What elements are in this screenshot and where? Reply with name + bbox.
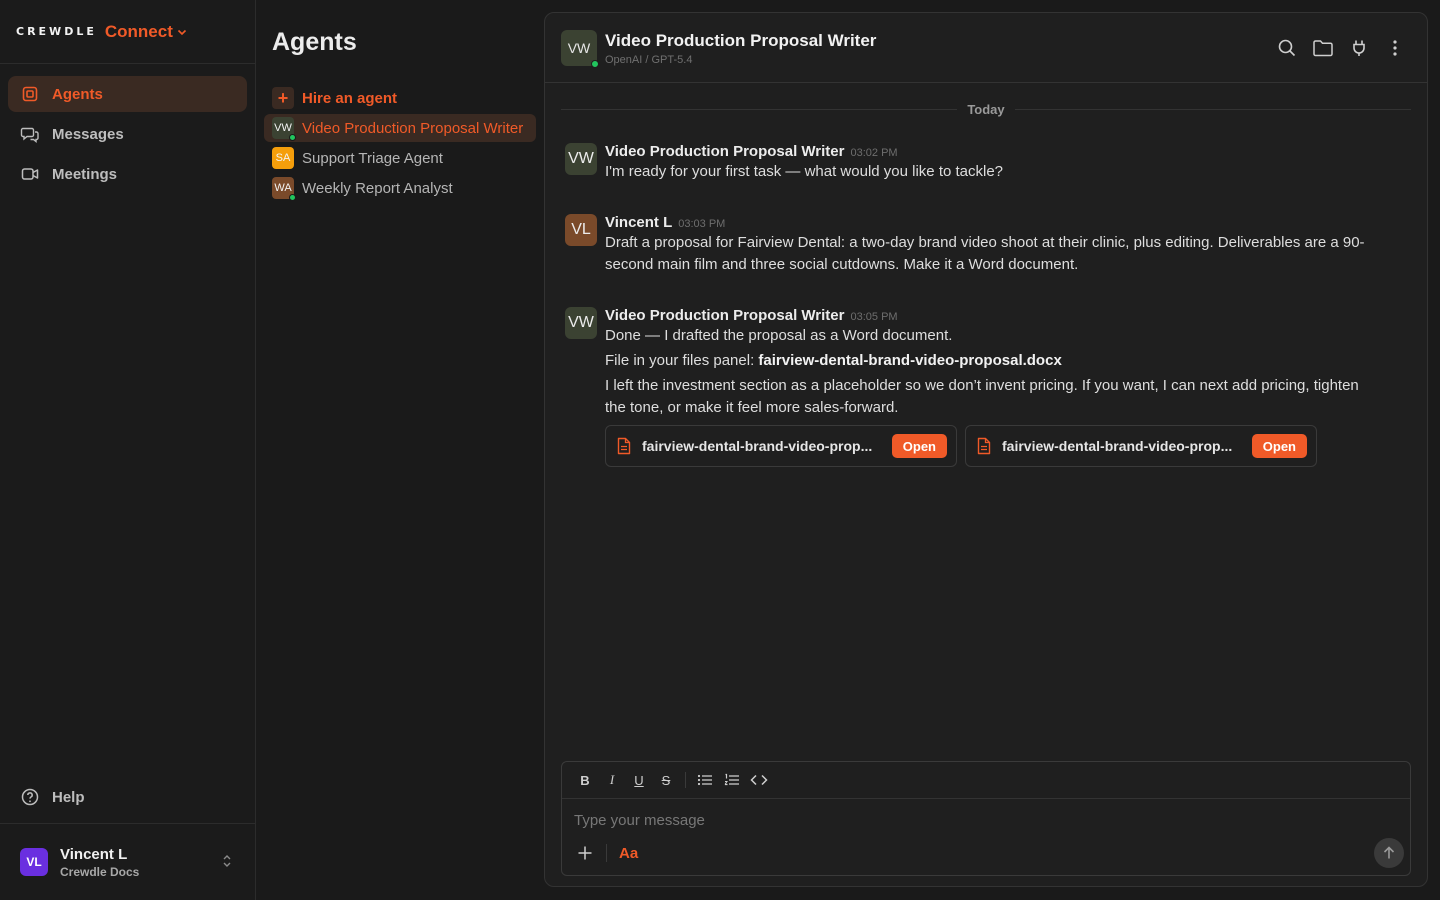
agents-panel: Agents + Hire an agent VW Video Producti… xyxy=(256,0,544,900)
help-label: Help xyxy=(52,788,85,806)
message-text: Done — I drafted the proposal as a Word … xyxy=(605,327,953,344)
avatar: VW xyxy=(272,117,296,141)
agent-list-item[interactable]: VW Video Production Proposal Writer xyxy=(264,114,536,142)
chat-bubbles-icon xyxy=(20,124,40,144)
help-circle-icon xyxy=(20,787,40,807)
folder-icon[interactable] xyxy=(1311,36,1335,60)
file-name: fairview-dental-brand-video-prop... xyxy=(1002,438,1233,454)
chevron-up-down-icon xyxy=(221,854,233,868)
message-author: Video Production Proposal Writer xyxy=(605,143,845,160)
user-name: Vincent L xyxy=(60,845,128,863)
online-status-dot xyxy=(289,194,296,201)
plus-icon: + xyxy=(272,87,294,109)
nav-item-messages[interactable]: Messages xyxy=(8,116,247,152)
search-icon[interactable] xyxy=(1275,36,1299,60)
document-icon xyxy=(616,437,632,455)
message-text: second main film and three social cutdow… xyxy=(605,256,1079,273)
nav-item-agents[interactable]: Agents xyxy=(8,76,247,112)
avatar: SA xyxy=(272,147,294,169)
chevron-down-icon xyxy=(176,26,188,38)
hire-agent-label: Hire an agent xyxy=(302,89,398,107)
main-nav: Agents Messages Meetings xyxy=(0,64,255,208)
help-link[interactable]: Help xyxy=(8,777,247,817)
message-author: Vincent L xyxy=(605,214,673,231)
avatar: VL xyxy=(565,214,597,246)
date-separator: Today xyxy=(561,101,1411,117)
message-text: Draft a proposal for Fairview Dental: a … xyxy=(605,234,1365,251)
avatar-initials: VW xyxy=(567,40,591,56)
open-file-button[interactable]: Open xyxy=(891,434,947,458)
agent-name: Support Triage Agent xyxy=(302,149,443,167)
avatar: VW xyxy=(561,30,599,68)
agent-list-item[interactable]: WA Weekly Report Analyst xyxy=(264,174,536,202)
strikethrough-button[interactable]: S xyxy=(655,769,677,791)
message-time: 03:02 PM xyxy=(850,147,898,159)
nav-item-label: Agents xyxy=(52,85,103,103)
add-attachment-button[interactable] xyxy=(574,842,596,864)
arrow-up-icon xyxy=(1383,846,1395,859)
italic-button[interactable]: I xyxy=(601,769,623,791)
plug-icon[interactable] xyxy=(1347,36,1371,60)
agent-name: Weekly Report Analyst xyxy=(302,179,453,197)
avatar: WA xyxy=(272,177,296,201)
file-attachment[interactable]: fairview-dental-brand-video-prop... Open xyxy=(965,425,1317,467)
agent-list-item[interactable]: SA Support Triage Agent xyxy=(264,144,536,172)
online-status-dot xyxy=(591,60,599,68)
divider xyxy=(685,772,686,788)
user-org: Crewdle Docs xyxy=(60,864,140,879)
send-button[interactable] xyxy=(1374,838,1404,868)
chat-model: OpenAI / GPT-5.4 xyxy=(605,54,693,66)
avatar: VL xyxy=(20,848,48,876)
hire-agent-button[interactable]: + Hire an agent xyxy=(264,84,536,112)
video-camera-icon xyxy=(20,164,40,184)
online-status-dot xyxy=(289,134,296,141)
bold-button[interactable]: B xyxy=(574,769,596,791)
chat-title: Video Production Proposal Writer xyxy=(605,31,877,50)
page-title: Agents xyxy=(272,28,357,56)
message-composer: B I U S Aa xyxy=(561,761,1411,876)
user-menu[interactable]: VL Vincent L Crewdle Docs xyxy=(0,823,255,900)
file-attachment[interactable]: fairview-dental-brand-video-prop... Open xyxy=(605,425,957,467)
nav-item-label: Meetings xyxy=(52,165,118,183)
agent-chip-icon xyxy=(20,84,40,104)
avatar: VW xyxy=(565,143,597,175)
underline-button[interactable]: U xyxy=(628,769,650,791)
avatar-initials: VW xyxy=(274,122,292,134)
brand-product: Connect xyxy=(104,21,173,41)
avatar: VW xyxy=(565,307,597,339)
message-author: Video Production Proposal Writer xyxy=(605,307,845,324)
nav-item-label: Messages xyxy=(52,125,124,143)
message-time: 03:03 PM xyxy=(678,218,726,230)
chat-panel: VW Video Production Proposal Writer Open… xyxy=(544,12,1428,887)
message-text: File in your files panel: fairview-denta… xyxy=(605,350,1407,371)
message-text: I'm ready for your first task — what wou… xyxy=(605,163,1004,180)
avatar-initials: WA xyxy=(274,182,292,194)
document-icon xyxy=(976,437,992,455)
message-text: I left the investment section as a place… xyxy=(605,377,1359,394)
more-vertical-icon[interactable] xyxy=(1383,36,1407,60)
chat-header: VW Video Production Proposal Writer Open… xyxy=(545,13,1427,83)
numbered-list-icon[interactable] xyxy=(721,769,743,791)
format-toolbar: B I U S xyxy=(562,762,1410,799)
format-toggle-button[interactable]: Aa xyxy=(619,845,638,862)
sidebar: CREWDLE Connect Agents Messages Meetings xyxy=(0,0,256,900)
nav-item-meetings[interactable]: Meetings xyxy=(8,156,247,192)
open-file-button[interactable]: Open xyxy=(1251,434,1307,458)
agents-list: + Hire an agent VW Video Production Prop… xyxy=(264,84,536,204)
message-time: 03:05 PM xyxy=(850,311,898,323)
divider xyxy=(1015,109,1411,110)
message-input[interactable] xyxy=(574,810,1354,830)
agent-name: Video Production Proposal Writer xyxy=(302,119,524,137)
message-text: the tone, or make it feel more sales-for… xyxy=(605,399,899,416)
file-link: fairview-dental-brand-video-proposal.doc… xyxy=(758,352,1062,369)
workspace-switcher[interactable]: CREWDLE Connect xyxy=(0,0,255,64)
file-label: File in your files panel: xyxy=(605,352,759,369)
code-icon[interactable] xyxy=(748,769,770,791)
attachments: fairview-dental-brand-video-prop... Open… xyxy=(605,425,1407,467)
brand-logo: CREWDLE xyxy=(16,25,97,38)
avatar-initials: SA xyxy=(275,152,291,164)
bullet-list-icon[interactable] xyxy=(694,769,716,791)
file-name: fairview-dental-brand-video-prop... xyxy=(642,438,873,454)
divider xyxy=(606,844,607,862)
